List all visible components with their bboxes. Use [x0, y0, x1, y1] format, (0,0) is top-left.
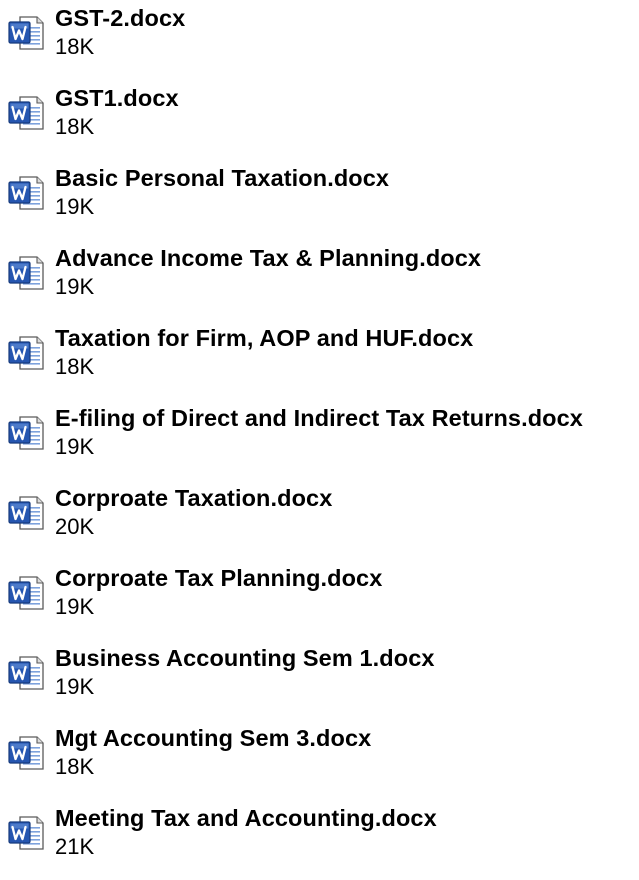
file-list-item[interactable]: Taxation for Firm, AOP and HUF.docx 18K	[0, 320, 639, 400]
file-size-label: 19K	[55, 274, 95, 299]
file-size-label: 19K	[55, 674, 95, 699]
file-list-item[interactable]: Advance Income Tax & Planning.docx 19K	[0, 240, 639, 320]
file-size-label: 21K	[55, 834, 95, 859]
file-size-label: 19K	[55, 194, 95, 219]
file-name-link[interactable]: Business Accounting Sem 1.docx	[55, 643, 435, 673]
file-size-label: 18K	[55, 354, 95, 379]
word-document-icon	[8, 256, 44, 290]
file-name-link[interactable]: Meeting Tax and Accounting.docx	[55, 803, 437, 833]
word-document-icon	[8, 736, 44, 770]
file-size-label: 18K	[55, 754, 95, 779]
file-list-item[interactable]: GST1.docx 18K	[0, 80, 639, 160]
file-list-item[interactable]: Mgt Accounting Sem 3.docx 18K	[0, 720, 639, 800]
file-size-label: 18K	[55, 34, 95, 59]
word-document-icon	[8, 416, 44, 450]
file-size-label: 19K	[55, 434, 95, 459]
file-name-link[interactable]: Taxation for Firm, AOP and HUF.docx	[55, 323, 473, 353]
word-document-icon	[8, 576, 44, 610]
file-name-link[interactable]: GST-2.docx	[55, 3, 185, 33]
file-list-item[interactable]: GST-2.docx 18K	[0, 0, 639, 80]
word-document-icon	[8, 176, 44, 210]
file-name-link[interactable]: Corproate Taxation.docx	[55, 483, 332, 513]
file-name-link[interactable]: E-filing of Direct and Indirect Tax Retu…	[55, 403, 583, 433]
file-list-item[interactable]: Corproate Tax Planning.docx 19K	[0, 560, 639, 640]
word-document-icon	[8, 816, 44, 850]
file-name-link[interactable]: Corproate Tax Planning.docx	[55, 563, 382, 593]
file-list-item[interactable]: Business Accounting Sem 1.docx 19K	[0, 640, 639, 720]
file-name-link[interactable]: Advance Income Tax & Planning.docx	[55, 243, 481, 273]
file-name-link[interactable]: GST1.docx	[55, 83, 179, 113]
file-size-label: 20K	[55, 514, 95, 539]
file-size-label: 18K	[55, 114, 95, 139]
file-name-link[interactable]: Mgt Accounting Sem 3.docx	[55, 723, 371, 753]
word-document-icon	[8, 96, 44, 130]
file-size-label: 19K	[55, 594, 95, 619]
file-list-item[interactable]: E-filing of Direct and Indirect Tax Retu…	[0, 400, 639, 480]
file-name-link[interactable]: Basic Personal Taxation.docx	[55, 163, 389, 193]
word-document-icon	[8, 496, 44, 530]
word-document-icon	[8, 16, 44, 50]
file-list-item[interactable]: Basic Personal Taxation.docx 19K	[0, 160, 639, 240]
file-list: GST-2.docx 18K GST1.docx 18K Basic Persona…	[0, 0, 639, 880]
file-list-item[interactable]: Corproate Taxation.docx 20K	[0, 480, 639, 560]
word-document-icon	[8, 336, 44, 370]
file-list-item[interactable]: Meeting Tax and Accounting.docx 21K	[0, 800, 639, 880]
word-document-icon	[8, 656, 44, 690]
